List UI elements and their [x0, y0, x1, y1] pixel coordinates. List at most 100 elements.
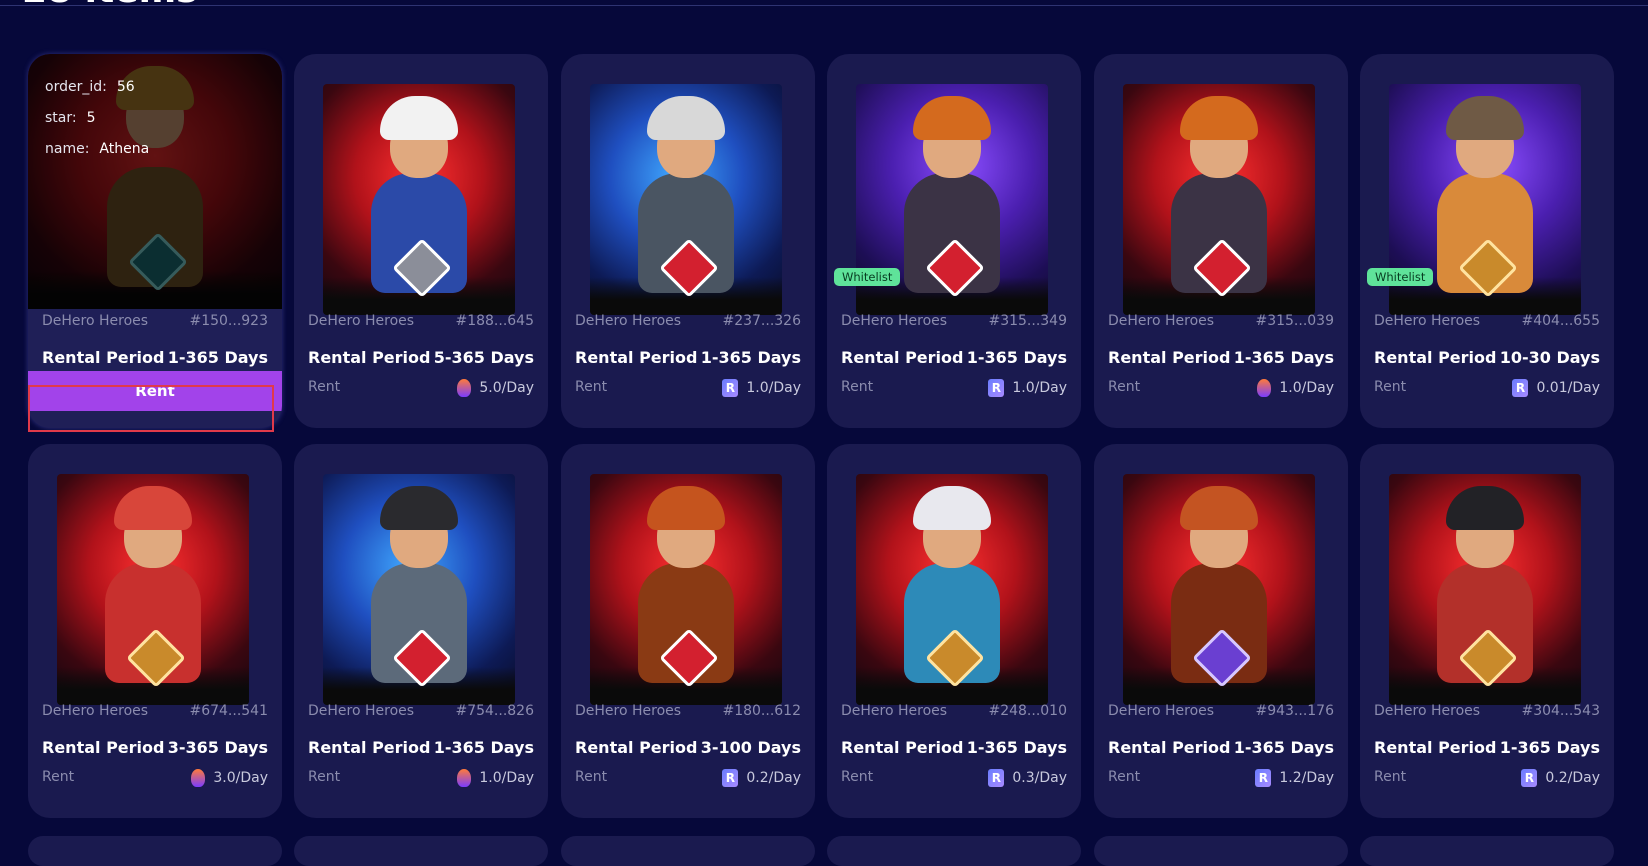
hero-image [1123, 84, 1315, 315]
rental-period-row: Rental Period 10-30 Days [1374, 348, 1600, 367]
hero-card[interactable]: DeHero Heroes #188...645 Rental Period 5… [294, 54, 548, 428]
token-id: #150...923 [189, 313, 268, 329]
token-id: #304...543 [1521, 703, 1600, 719]
collection-row: DeHero Heroes #237...326 [575, 313, 801, 329]
rental-period-label: Rental Period [308, 738, 431, 757]
token-id: #180...612 [722, 703, 801, 719]
price-row: Rent R 1.0/Day [841, 379, 1067, 397]
hero-card[interactable]: DeHero Heroes #180...612 Rental Period 3… [561, 444, 815, 818]
token-id: #188...645 [455, 313, 534, 329]
rent-label: Rent [841, 769, 874, 785]
collection-name: DeHero Heroes [42, 703, 149, 719]
hero-image [323, 84, 515, 315]
price-per-day: 1.0/Day [1012, 380, 1067, 396]
next-row-card [1094, 836, 1348, 866]
rent-button[interactable]: Rent [28, 371, 282, 411]
price-row: Rent R 1.0/Day [575, 379, 801, 397]
r-token-icon: R [1521, 769, 1538, 787]
hero-card[interactable]: DeHero Heroes #237...326 Rental Period 1… [561, 54, 815, 428]
hero-card[interactable]: Whitelist DeHero Heroes #315...349 Renta… [827, 54, 1081, 428]
hero-card[interactable]: DeHero Heroes #304...543 Rental Period 1… [1360, 444, 1614, 818]
price-row: Rent R 0.3/Day [841, 769, 1067, 787]
hero-card[interactable]: DeHero Heroes #248...010 Rental Period 1… [827, 444, 1081, 818]
price-row: Rent R 0.2/Day [1374, 769, 1600, 787]
hero-card[interactable]: DeHero Heroes #754...826 Rental Period 1… [294, 444, 548, 818]
price-per-day: 0.2/Day [1545, 770, 1600, 786]
hero-image [1123, 474, 1315, 705]
hero-card[interactable]: order_id: 56 star: 5 name: Athena DeHero He… [28, 54, 282, 428]
next-row-card [28, 836, 282, 866]
whitelist-badge: Whitelist [834, 268, 901, 286]
next-row-card [294, 836, 548, 866]
rent-label: Rent [841, 379, 874, 395]
rental-period-row: Rental Period 1-365 Days [841, 348, 1067, 367]
rental-days: 1-365 Days [1499, 738, 1600, 757]
rental-period-label: Rental Period [575, 348, 698, 367]
collection-name: DeHero Heroes [841, 703, 948, 719]
hover-info: order_id: 56 star: 5 name: Athena [45, 79, 150, 157]
rental-days: 1-365 Days [1233, 738, 1334, 757]
hero-card[interactable]: DeHero Heroes #315...039 Rental Period 1… [1094, 54, 1348, 428]
rental-days: 1-365 Days [966, 738, 1067, 757]
hero-image [590, 84, 782, 315]
price-row: Rent 5.0/Day [308, 379, 534, 397]
r-token-icon: R [722, 379, 739, 397]
rental-period-label: Rental Period [42, 348, 165, 367]
collection-row: DeHero Heroes #150...923 [42, 313, 268, 329]
next-row-card [827, 836, 1081, 866]
token-id: #315...039 [1255, 313, 1334, 329]
collection-name: DeHero Heroes [841, 313, 948, 329]
collection-row: DeHero Heroes #315...039 [1108, 313, 1334, 329]
flame-token-icon [457, 379, 472, 397]
collection-row: DeHero Heroes #943...176 [1108, 703, 1334, 719]
rental-period-label: Rental Period [1374, 738, 1497, 757]
rental-period-row: Rental Period 3-100 Days [575, 738, 801, 757]
collection-row: DeHero Heroes #674...541 [42, 703, 268, 719]
collection-row: DeHero Heroes #404...655 [1374, 313, 1600, 329]
price-row: Rent 3.0/Day [42, 769, 268, 787]
page-title: 28 items [22, 0, 198, 11]
hero-card[interactable]: Whitelist DeHero Heroes #404...655 Renta… [1360, 54, 1614, 428]
collection-name: DeHero Heroes [1374, 703, 1481, 719]
r-token-icon: R [1255, 769, 1272, 787]
price-per-day: 0.3/Day [1012, 770, 1067, 786]
rental-days: 1-365 Days [433, 738, 534, 757]
hero-card[interactable]: DeHero Heroes #943...176 Rental Period 1… [1094, 444, 1348, 818]
price-per-day: 0.2/Day [746, 770, 801, 786]
price-per-day: 1.0/Day [746, 380, 801, 396]
rental-days: 1-365 Days [700, 348, 801, 367]
collection-name: DeHero Heroes [308, 313, 415, 329]
r-token-icon: R [722, 769, 739, 787]
collection-name: DeHero Heroes [1108, 703, 1215, 719]
rental-period-row: Rental Period 1-365 Days [42, 348, 268, 367]
hero-image [1389, 474, 1581, 705]
flame-token-icon [1257, 379, 1272, 397]
price-row: Rent R 0.2/Day [575, 769, 801, 787]
price-per-day: 1.2/Day [1279, 770, 1334, 786]
rent-label: Rent [1108, 379, 1141, 395]
price-per-day: 1.0/Day [1279, 380, 1334, 396]
hero-image [57, 474, 249, 705]
next-row-card [1360, 836, 1614, 866]
rental-period-label: Rental Period [575, 738, 698, 757]
collection-row: DeHero Heroes #180...612 [575, 703, 801, 719]
token-id: #404...655 [1521, 313, 1600, 329]
price-row: Rent R 0.01/Day [1374, 379, 1600, 397]
rental-period-row: Rental Period 3-365 Days [42, 738, 268, 757]
rent-label: Rent [1374, 769, 1407, 785]
r-token-icon: R [1512, 379, 1529, 397]
rental-period-row: Rental Period 1-365 Days [575, 348, 801, 367]
rental-days: 3-100 Days [700, 738, 801, 757]
rental-period-label: Rental Period [42, 738, 165, 757]
rental-days: 1-365 Days [167, 348, 268, 367]
whitelist-badge: Whitelist [1367, 268, 1434, 286]
rental-period-label: Rental Period [841, 348, 964, 367]
collection-name: DeHero Heroes [308, 703, 415, 719]
hero-image: order_id: 56 star: 5 name: Athena [28, 54, 282, 309]
rental-period-label: Rental Period [1374, 348, 1497, 367]
collection-name: DeHero Heroes [1374, 313, 1481, 329]
price-per-day: 3.0/Day [213, 770, 268, 786]
hero-image [323, 474, 515, 705]
hero-card[interactable]: DeHero Heroes #674...541 Rental Period 3… [28, 444, 282, 818]
rental-period-row: Rental Period 1-365 Days [1108, 738, 1334, 757]
